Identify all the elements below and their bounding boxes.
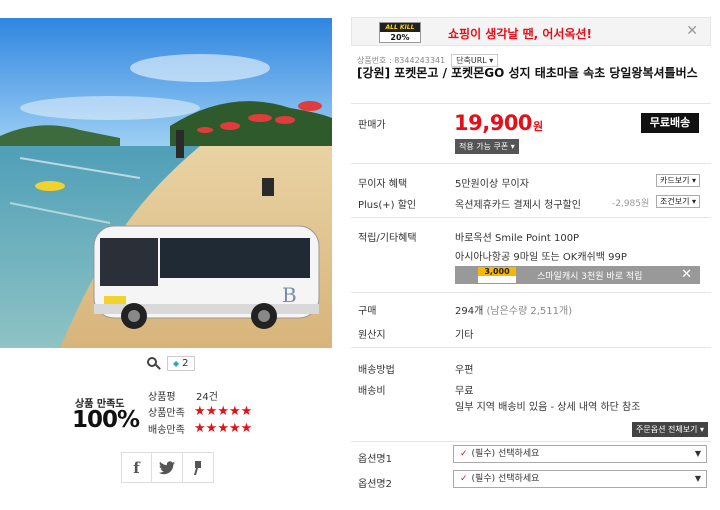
coupon-button[interactable]: 적용 가능 쿠폰 ▾ <box>455 139 519 154</box>
plus-discount-amount: -2,985원 <box>612 199 650 209</box>
price-value: 19,900원 <box>454 111 543 135</box>
share-count-button[interactable]: ◆ 2 <box>167 356 195 371</box>
twitter-share-button[interactable] <box>152 452 183 483</box>
smilecash-badge: 3,000 <box>478 267 516 283</box>
coupon-button-label: 적용 가능 쿠폰 <box>459 142 509 151</box>
chevron-down-icon: ▼ <box>694 449 701 458</box>
svg-text:B: B <box>282 283 297 307</box>
delivery-method-label: 배송방법 <box>358 365 395 376</box>
divider <box>351 103 711 104</box>
star-icon: ★ <box>205 404 218 419</box>
divider <box>351 163 711 164</box>
delivery-method-value: 우편 <box>455 365 474 376</box>
option-2-label: 옵션명2 <box>358 479 392 490</box>
product-photo: B <box>0 18 332 348</box>
price-number: 19,900 <box>454 111 533 135</box>
option-2-select[interactable]: ✓ (필수) 선택하세요 ▼ <box>453 470 707 488</box>
star-icon: ★ <box>194 404 206 419</box>
product-code: 상품번호 : 8344243341 <box>357 56 446 65</box>
kakaostory-share-button[interactable] <box>183 452 214 483</box>
smilecash-text: 스마일캐시 3천원 바로 적립 <box>537 272 643 282</box>
review-label: 상품평 <box>148 392 176 403</box>
mileage-value: 아시아나항공 9마일 또는 OK캐쉬백 99P <box>455 252 627 263</box>
product-star-rating: ★ ★ ★ ★ ★ <box>194 405 252 418</box>
allkill-badge: ALL KILL 20% <box>379 22 421 43</box>
delivery-fee-value: 무료 <box>455 386 474 397</box>
delivery-satisfaction-row: 배송만족 ★ ★ ★ ★ ★ <box>148 421 252 436</box>
delivery-fee-note: 일부 지역 배송비 있음 - 상세 내역 하단 참조 <box>455 402 641 413</box>
required-check-icon: ✓ <box>460 474 468 484</box>
price-unit: 원 <box>533 120 543 133</box>
condition-view-button[interactable]: 조건보기 ▾ <box>656 195 700 208</box>
remaining-quantity: (남은수량 2,511개) <box>486 306 573 317</box>
view-all-options-button[interactable]: 주문옵션 전체보기 ▾ <box>632 422 708 437</box>
star-icon: ★ <box>205 421 218 436</box>
banner-close-icon[interactable]: ✕ <box>686 23 698 39</box>
delivery-star-rating: ★ ★ ★ ★ ★ <box>194 422 252 435</box>
smile-point-value: 바로옥션 Smile Point 100P <box>455 233 580 244</box>
star-icon: ★ <box>240 421 253 436</box>
satisfaction-panel: 상품 만족도 100% 상품평 24건 상품만족 ★ ★ ★ ★ ★ 배송만족 ★ ★ ★ ★… <box>72 388 342 438</box>
star-icon: ★ <box>194 421 206 436</box>
purchase-count-value: 294개 <box>455 306 484 317</box>
origin-label: 원산지 <box>358 330 386 341</box>
option-2-value: (필수) 선택하세요 <box>471 474 540 484</box>
satisfaction-percent: 100% <box>72 407 140 433</box>
star-icon: ★ <box>217 404 229 419</box>
smilecash-banner[interactable]: 3,000 스마일캐시 3천원 바로 적립 ✕ <box>455 266 700 284</box>
facebook-icon: f <box>133 458 140 477</box>
interest-free-value: 5만원이상 무이자 <box>455 179 529 190</box>
star-icon: ★ <box>228 404 241 419</box>
product-image[interactable]: B <box>0 18 332 348</box>
point-label: 적립/기타혜택 <box>358 233 417 244</box>
origin-value: 기타 <box>455 330 474 341</box>
smilecash-badge-amount: 3,000 <box>484 267 510 276</box>
star-icon: ★ <box>240 404 253 419</box>
delivery-satisfaction-label: 배송만족 <box>148 425 185 436</box>
option-1-label: 옵션명1 <box>358 454 392 465</box>
star-icon: ★ <box>217 421 229 436</box>
option-1-select[interactable]: ✓ (필수) 선택하세요 ▼ <box>453 445 707 463</box>
divider <box>351 441 711 442</box>
star-icon: ★ <box>228 421 241 436</box>
divider <box>351 292 711 293</box>
card-view-label: 카드보기 <box>660 176 690 185</box>
zoom-icon[interactable] <box>147 356 161 371</box>
price-label: 판매가 <box>358 120 386 131</box>
banner-text: 쇼핑이 생각날 땐, 어서옥션! <box>448 27 593 41</box>
product-satisfaction-row: 상품만족 ★ ★ ★ ★ ★ <box>148 404 252 419</box>
view-all-options-label: 주문옵션 전체보기 <box>636 425 698 434</box>
chevron-down-icon: ▼ <box>694 474 701 483</box>
share-buttons: f <box>121 452 214 483</box>
share-count-value: 2 <box>182 358 189 369</box>
allkill-discount: 20% <box>390 33 410 42</box>
allkill-logo: ALL KILL <box>380 23 420 32</box>
facebook-share-button[interactable]: f <box>121 452 152 483</box>
product-satisfaction-label: 상품만족 <box>148 408 185 419</box>
interest-free-label: 무이자 혜택 <box>358 179 408 190</box>
image-tools: ◆ 2 <box>147 356 195 371</box>
story-icon <box>194 460 201 475</box>
condition-view-label: 조건보기 <box>660 197 690 206</box>
purchase-label: 구매 <box>358 306 377 317</box>
share-arrow-icon: ◆ <box>173 359 180 368</box>
twitter-icon <box>159 460 175 474</box>
delivery-fee-label: 배송비 <box>358 386 386 397</box>
divider <box>351 347 711 348</box>
product-title: [강원] 포켓몬고 / 포켓몬GO 성지 태초마을 속초 당일왕복셔틀버스 <box>357 66 698 80</box>
purchase-count: 294개 (남은수량 2,511개) <box>455 302 572 317</box>
promo-banner[interactable]: ALL KILL 20% 쇼핑이 생각날 땐, 어서옥션! ✕ <box>351 17 711 46</box>
plus-discount-value: 옥션제휴카드 결제시 청구할인 <box>455 200 581 211</box>
short-url-label: 단축URL <box>456 56 487 65</box>
free-shipping-badge: 무료배송 <box>641 113 699 133</box>
review-count[interactable]: 24건 <box>196 388 218 403</box>
smilecash-close-icon[interactable]: ✕ <box>681 267 692 282</box>
plus-discount-label: Plus(+) 할인 <box>358 200 417 211</box>
divider <box>351 217 711 218</box>
card-view-button[interactable]: 카드보기 ▾ <box>656 174 700 187</box>
option-1-value: (필수) 선택하세요 <box>471 449 540 459</box>
required-check-icon: ✓ <box>460 449 468 459</box>
